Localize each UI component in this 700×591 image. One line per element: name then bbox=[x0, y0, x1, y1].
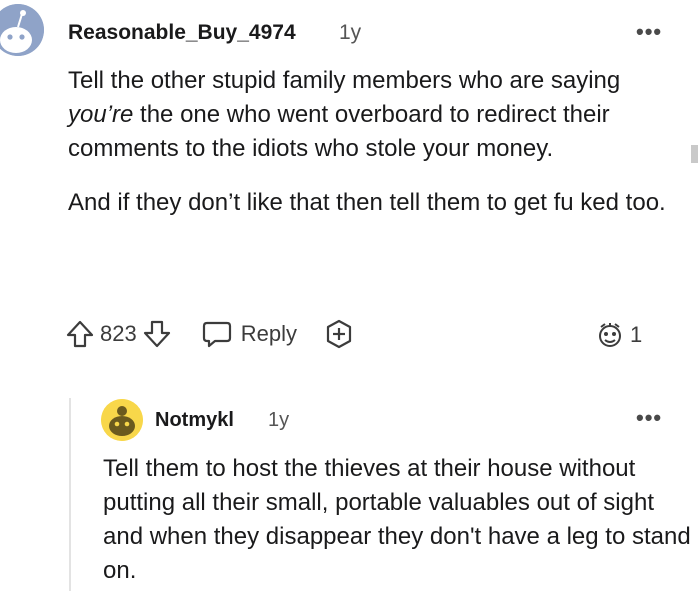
downvote-arrow-icon[interactable] bbox=[141, 318, 173, 350]
reply-paragraph: Tell them to host the thieves at their h… bbox=[103, 455, 691, 584]
comment-paragraph: And if they don’t like that then tell th… bbox=[68, 189, 666, 216]
comment-body: Tell the other stupid family members who… bbox=[68, 64, 678, 220]
speech-bubble-icon bbox=[201, 318, 233, 350]
comment-timestamp: 1y bbox=[339, 21, 362, 44]
reply-body: Tell them to host the thieves at their h… bbox=[103, 452, 693, 588]
comment-action-bar: 823 Reply bbox=[64, 316, 355, 352]
reply-author[interactable]: Notmykl bbox=[155, 409, 234, 432]
reply-button[interactable]: Reply bbox=[201, 318, 297, 350]
plus-circle-icon[interactable] bbox=[323, 318, 355, 350]
award-badge[interactable]: 1 bbox=[594, 319, 642, 351]
thread-line[interactable] bbox=[69, 398, 71, 591]
reply-label: Reply bbox=[240, 321, 297, 346]
scrollbar-thumb[interactable] bbox=[691, 145, 698, 163]
reply-timestamp: 1y bbox=[268, 409, 290, 431]
reply-avatar[interactable] bbox=[101, 399, 143, 441]
upvote-arrow-icon[interactable] bbox=[64, 318, 96, 350]
avatar[interactable] bbox=[0, 4, 44, 56]
more-options-icon[interactable]: ••• bbox=[636, 21, 662, 43]
comment-paragraph: Tell the other stupid family members who… bbox=[68, 67, 621, 162]
vote-score: 823 bbox=[100, 321, 137, 346]
more-options-icon[interactable]: ••• bbox=[636, 407, 662, 429]
comment-author[interactable]: Reasonable_Buy_4974 bbox=[68, 21, 296, 45]
award-count: 1 bbox=[630, 322, 643, 347]
award-face-icon bbox=[594, 319, 626, 351]
snoo-avatar-icon bbox=[0, 4, 44, 56]
snoo-avatar-icon bbox=[101, 399, 143, 441]
